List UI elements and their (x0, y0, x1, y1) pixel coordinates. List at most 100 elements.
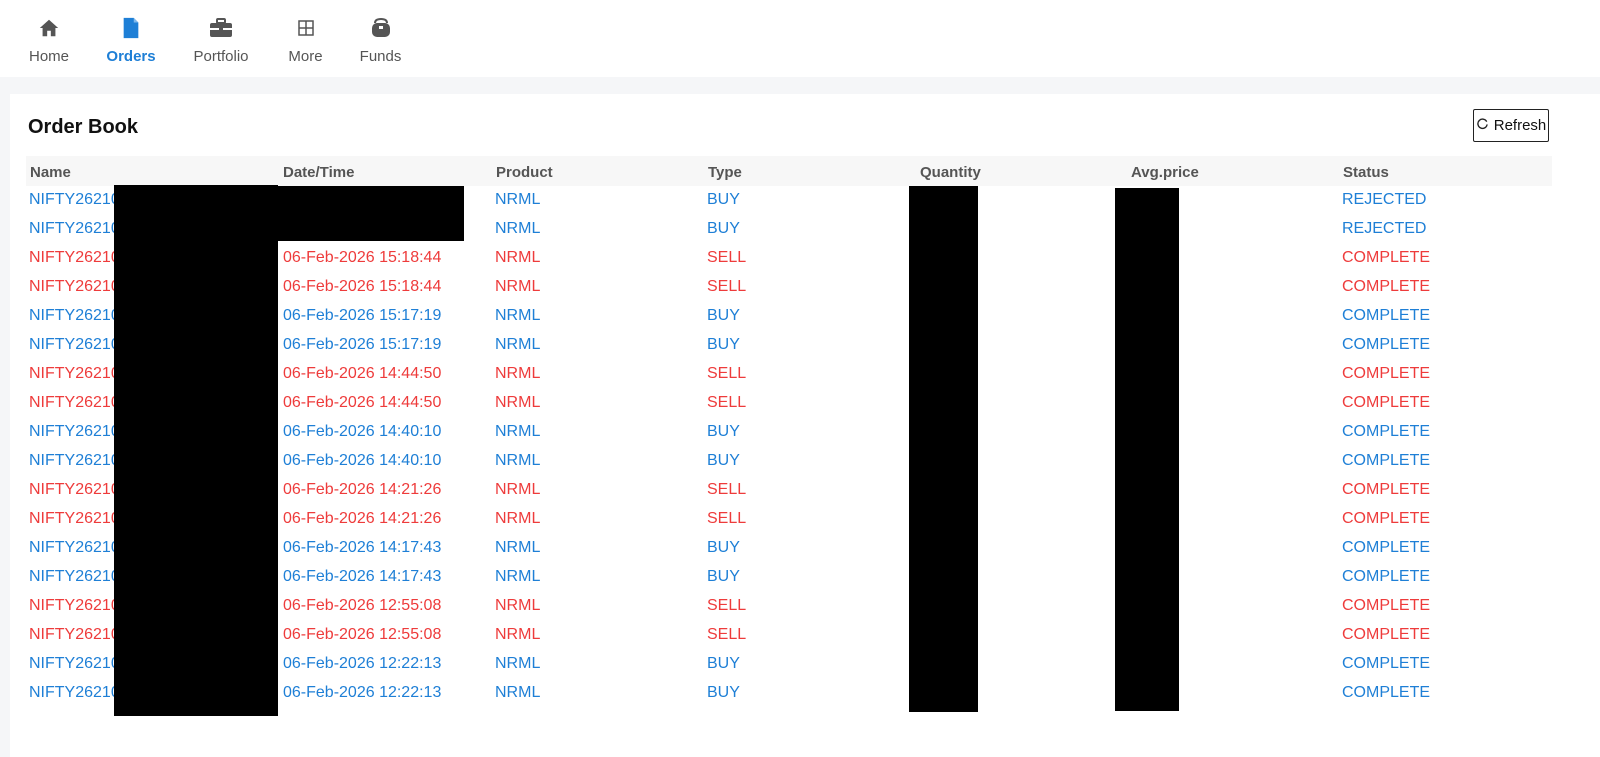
cell-type: SELL (707, 597, 747, 614)
cell-type: BUY (707, 191, 740, 208)
column-header-product: Product (496, 164, 553, 181)
cell-type: BUY (707, 423, 740, 440)
cell-name[interactable]: NIFTY26210 (29, 394, 120, 412)
cell-status: COMPLETE (1342, 597, 1431, 614)
cell-product: NRML (495, 220, 541, 237)
cell-name[interactable]: NIFTY26210 (29, 249, 120, 267)
nav-item-funds[interactable]: Funds (360, 0, 401, 77)
cell-name[interactable]: NIFTY26210 (29, 481, 120, 499)
cell-name[interactable]: NIFTY26210 (29, 365, 120, 383)
cell-product: NRML (495, 510, 541, 527)
cell-product: NRML (495, 684, 541, 701)
nav-item-portfolio[interactable]: Portfolio (192, 0, 250, 77)
cell-name[interactable]: NIFTY26210 (29, 684, 120, 702)
column-header-type: Type (708, 164, 742, 181)
cell-product: NRML (495, 336, 541, 353)
column-header-avgprice: Avg.price (1131, 164, 1199, 181)
cell-datetime: 06-Feb-2026 14:44:50 (283, 394, 442, 411)
cell-name[interactable]: NIFTY26210 (29, 510, 120, 528)
cell-status: COMPLETE (1342, 510, 1431, 527)
cell-product: NRML (495, 452, 541, 469)
cell-name[interactable]: NIFTY26210 (29, 191, 120, 209)
cell-name[interactable]: NIFTY26210 (29, 452, 120, 470)
refresh-label: Refresh (1493, 117, 1547, 134)
cell-name[interactable]: NIFTY26210 (29, 423, 120, 441)
cell-type: BUY (707, 568, 740, 585)
cell-product: NRML (495, 655, 541, 672)
cell-name[interactable]: NIFTY26210 (29, 597, 120, 615)
cell-type: BUY (707, 220, 740, 237)
cell-datetime: 06-Feb-2026 14:17:43 (283, 539, 442, 556)
cell-product: NRML (495, 278, 541, 295)
briefcase-icon (209, 16, 233, 40)
cell-type: BUY (707, 336, 740, 353)
cell-product: NRML (495, 568, 541, 585)
cell-status: COMPLETE (1342, 684, 1431, 701)
nav-label-funds: Funds (359, 48, 402, 65)
cell-datetime: 06-Feb-2026 12:55:08 (283, 597, 442, 614)
nav-item-more[interactable]: More (287, 0, 324, 77)
cell-status: COMPLETE (1342, 423, 1431, 440)
cell-datetime: 06-Feb-2026 14:17:43 (283, 568, 442, 585)
cell-status: COMPLETE (1342, 568, 1431, 585)
cell-status: COMPLETE (1342, 249, 1431, 266)
cell-datetime: 06-Feb-2026 15:17:19 (283, 336, 442, 353)
cell-type: SELL (707, 365, 747, 382)
home-icon (37, 16, 61, 40)
cell-type: BUY (707, 539, 740, 556)
cell-type: SELL (707, 510, 747, 527)
page-title: Order Book (28, 116, 139, 138)
cell-name[interactable]: NIFTY26210 (29, 655, 120, 673)
column-header-datetime: Date/Time (283, 164, 355, 181)
cell-type: BUY (707, 307, 740, 324)
cell-product: NRML (495, 597, 541, 614)
redaction-block (1115, 188, 1179, 711)
cell-datetime: 06-Feb-2026 14:40:10 (283, 452, 442, 469)
cell-type: SELL (707, 249, 747, 266)
cell-product: NRML (495, 481, 541, 498)
cell-product: NRML (495, 423, 541, 440)
cell-datetime: 06-Feb-2026 14:21:26 (283, 481, 442, 498)
column-header-quantity: Quantity (920, 164, 981, 181)
cell-product: NRML (495, 249, 541, 266)
nav-label-home: Home (28, 48, 69, 65)
cell-name[interactable]: NIFTY26210 (29, 336, 120, 354)
cell-status: REJECTED (1342, 191, 1427, 208)
order-book-card: Order Book Refresh Name Date/Time Produc… (10, 94, 1600, 757)
cell-status: COMPLETE (1342, 481, 1431, 498)
redaction-block (114, 185, 278, 716)
cell-datetime: 06-Feb-2026 12:22:13 (283, 655, 442, 672)
wallet-icon (369, 16, 393, 40)
nav-item-orders[interactable]: Orders (106, 0, 156, 77)
top-navigation: Home Orders Portfolio More Funds (0, 0, 1600, 77)
cell-datetime: 06-Feb-2026 14:44:50 (283, 365, 442, 382)
cell-status: COMPLETE (1342, 394, 1431, 411)
cell-status: REJECTED (1342, 220, 1427, 237)
refresh-button[interactable]: Refresh (1473, 109, 1549, 142)
cell-datetime: 06-Feb-2026 12:22:13 (283, 684, 442, 701)
cell-product: NRML (495, 365, 541, 382)
cell-type: SELL (707, 278, 747, 295)
cell-status: COMPLETE (1342, 655, 1431, 672)
cell-product: NRML (495, 394, 541, 411)
refresh-icon (1476, 117, 1489, 134)
cell-product: NRML (495, 191, 541, 208)
cell-status: COMPLETE (1342, 626, 1431, 643)
cell-status: COMPLETE (1342, 278, 1431, 295)
cell-status: COMPLETE (1342, 452, 1431, 469)
column-header-status: Status (1343, 164, 1389, 181)
cell-name[interactable]: NIFTY26210 (29, 626, 120, 644)
cell-datetime: 06-Feb-2026 14:21:26 (283, 510, 442, 527)
cell-name[interactable]: NIFTY26210 (29, 568, 120, 586)
nav-item-home[interactable]: Home (28, 0, 70, 77)
cell-name[interactable]: NIFTY26210 (29, 307, 120, 325)
cell-type: BUY (707, 655, 740, 672)
cell-type: SELL (707, 481, 747, 498)
cell-datetime: 06-Feb-2026 15:18:44 (283, 249, 442, 266)
document-icon (119, 16, 143, 40)
cell-name[interactable]: NIFTY26210 (29, 278, 120, 296)
cell-type: SELL (707, 394, 747, 411)
cell-name[interactable]: NIFTY26210 (29, 539, 120, 557)
cell-name[interactable]: NIFTY26210 (29, 220, 120, 238)
cell-datetime: 06-Feb-2026 14:40:10 (283, 423, 442, 440)
